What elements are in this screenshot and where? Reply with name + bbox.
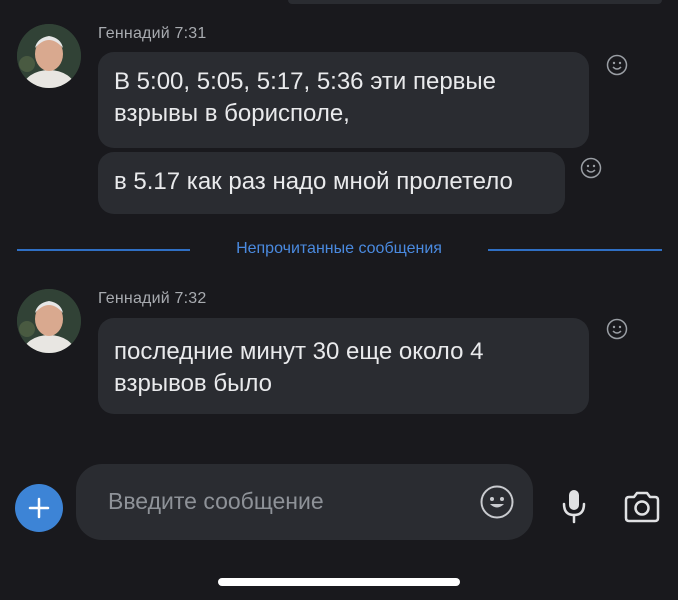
message-text-line: взрывов было [114,370,272,397]
message-time: 7:31 [174,25,207,42]
unread-divider-label: Непрочитанные сообщения [236,240,442,257]
smiley-icon[interactable] [479,484,515,520]
previous-message-bubble[interactable] [288,0,662,4]
message-bubble[interactable]: последние минут 30 еще около 4 взрывов б… [98,318,589,414]
message-text-line: взрывы в борисполе, [114,100,350,127]
add-attachment-button[interactable] [15,484,63,532]
microphone-icon[interactable] [560,488,588,524]
message-input-placeholder: Введите сообщение [108,488,324,514]
camera-icon[interactable] [623,490,661,524]
sender-name: Геннадий [98,25,170,42]
sender-name: Геннадий [98,290,170,307]
message-input[interactable]: Введите сообщение [76,464,533,540]
divider-line-right [488,249,662,251]
message-bubble[interactable]: В 5:00, 5:05, 5:17, 5:36 эти первые взры… [98,52,589,148]
avatar[interactable] [17,24,81,88]
sender-name-time: Геннадий 7:31 [98,25,206,43]
message-text-line: последние минут 30 еще около 4 [114,338,484,365]
home-indicator[interactable] [218,578,460,586]
sender-name-time: Геннадий 7:32 [98,290,206,308]
message-text-line: В 5:00, 5:05, 5:17, 5:36 эти первые [114,68,497,95]
avatar[interactable] [17,289,81,353]
message-text-line: в 5.17 как раз надо мной пролетело [114,168,513,195]
avatar-photo [17,289,81,353]
message-bubble[interactable]: в 5.17 как раз надо мной пролетело [98,152,565,214]
divider-line-left [17,249,190,251]
avatar-photo [17,24,81,88]
smiley-outline-icon[interactable] [580,157,602,179]
smiley-outline-icon[interactable] [606,54,628,76]
plus-icon [28,497,50,519]
message-time: 7:32 [174,290,207,307]
smiley-outline-icon[interactable] [606,318,628,340]
